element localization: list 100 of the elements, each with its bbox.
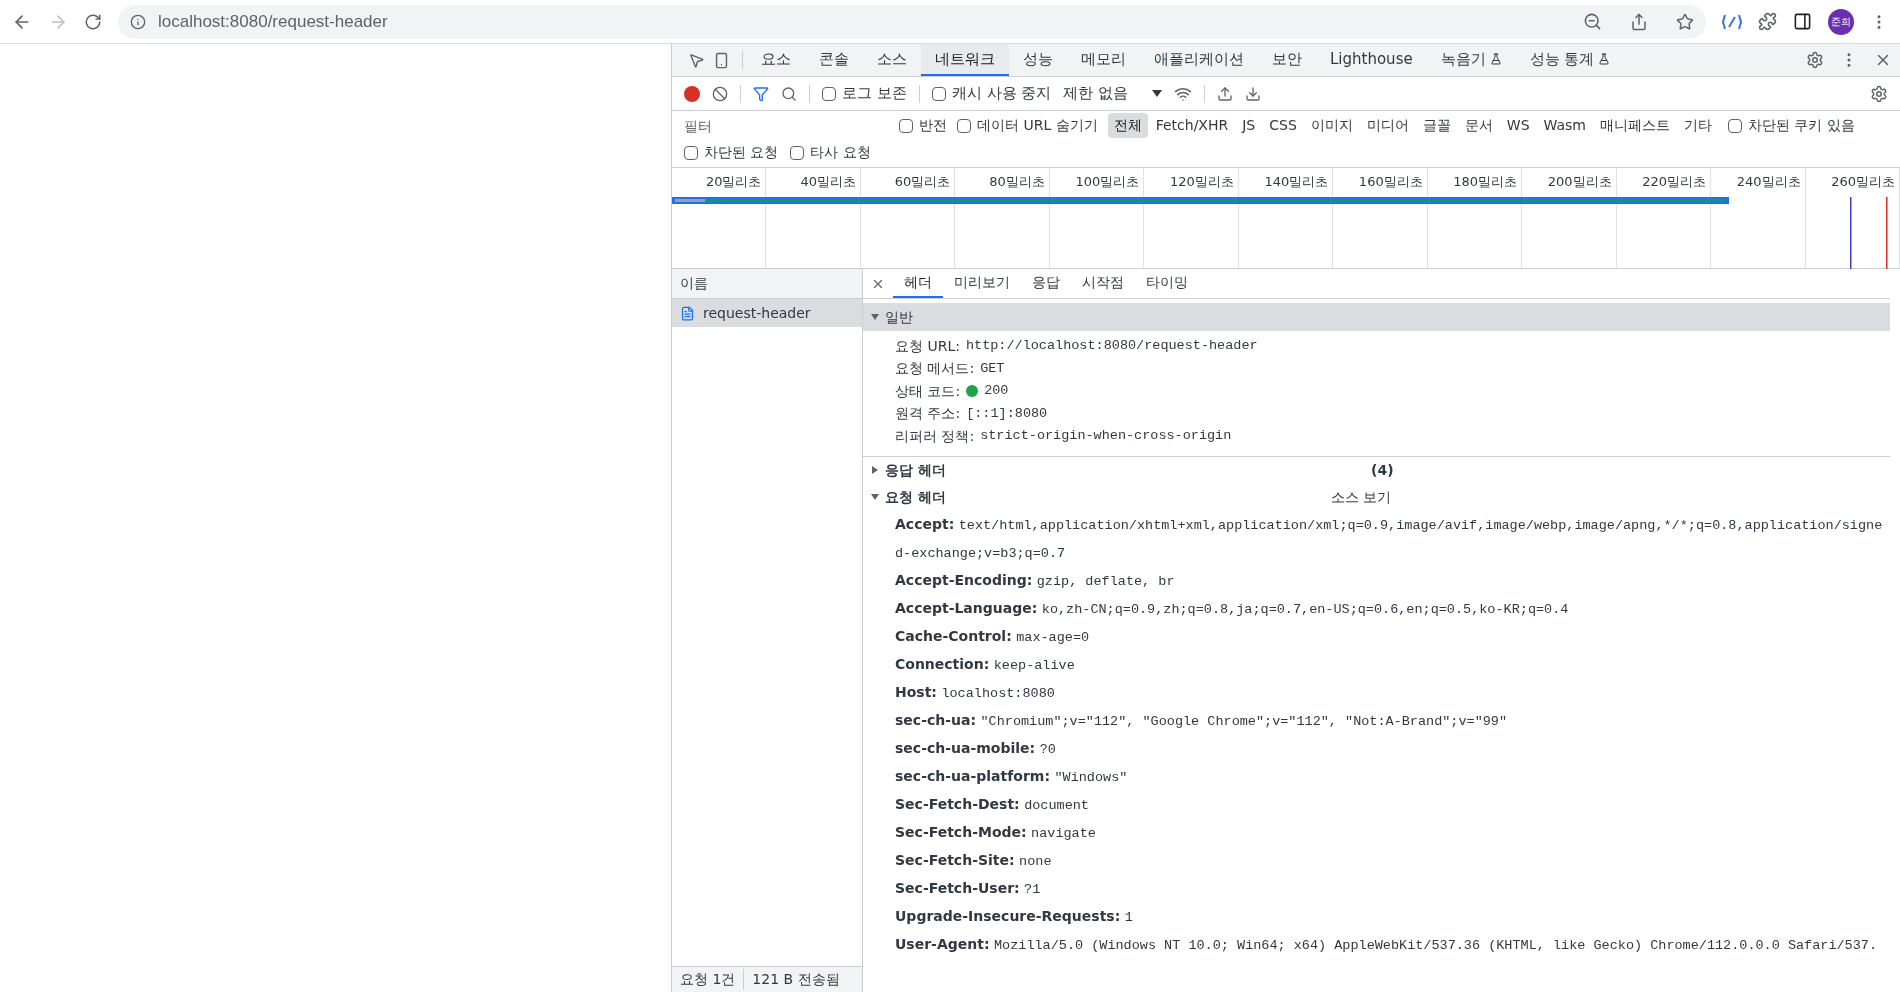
resource-type-filter[interactable]: 기타 <box>1678 113 1718 138</box>
detail-tab[interactable]: 시작점 <box>1071 269 1135 298</box>
import-icon[interactable] <box>1217 85 1234 102</box>
panel-tab[interactable]: 메모리 <box>1067 44 1140 76</box>
filter-icon[interactable] <box>753 85 769 102</box>
resource-type-filter[interactable]: CSS <box>1263 113 1303 138</box>
search-icon[interactable] <box>781 85 797 102</box>
panel-tab[interactable]: Lighthouse <box>1316 44 1427 76</box>
timeline-tick-label: 160밀리초 <box>1358 173 1423 191</box>
settings-icon[interactable] <box>1870 84 1888 103</box>
resource-type-filter[interactable]: WS <box>1500 113 1536 138</box>
timeline-tick-label: 120밀리초 <box>1169 173 1234 191</box>
timeline-tick-label: 60밀리초 <box>894 173 951 191</box>
detail-tab[interactable]: 응답 <box>1021 269 1071 298</box>
resource-type-filter[interactable]: 매니페스트 <box>1594 113 1676 138</box>
field-label: 리퍼러 정책: <box>895 426 975 446</box>
timeline-tick-label: 260밀리초 <box>1831 173 1895 191</box>
field-value: 200 <box>984 382 1009 401</box>
panel-tab[interactable]: 성능 <box>1009 44 1067 76</box>
panel-tab[interactable]: 녹음기 <box>1426 44 1516 76</box>
panel-tab[interactable]: 성능 통계 <box>1515 44 1625 76</box>
record-button[interactable] <box>684 85 700 102</box>
timeline-tick-label: 40밀리초 <box>800 173 856 191</box>
checkbox[interactable]: 로그 보존 <box>822 82 907 105</box>
detail-tab[interactable]: 헤더 <box>893 269 943 298</box>
device-toolbar-icon[interactable] <box>713 51 730 69</box>
expanded-triangle-icon <box>871 493 879 501</box>
panel-tab[interactable]: 애플리케이션 <box>1140 44 1258 76</box>
document-icon <box>680 305 695 321</box>
header-entry: Cache-Control: max-age=0 <box>895 627 1090 644</box>
field-label: 요청 URL: <box>895 336 960 356</box>
dropdown-caret-icon <box>1152 90 1163 97</box>
field-label: 요청 메서드: <box>895 359 975 379</box>
throttling-dropdown[interactable]: 제한 없음 <box>1063 82 1163 105</box>
timeline-tick-label: 100밀리초 <box>1075 173 1140 191</box>
view-source-link[interactable]: 소스 보기 <box>1331 486 1392 508</box>
header-entry: Upgrade-Insecure-Requests: 1 <box>895 907 1133 924</box>
section-header[interactable]: 일반 <box>863 303 1890 331</box>
resource-type-filter[interactable]: 이미지 <box>1304 113 1359 138</box>
request-row[interactable]: request-header <box>672 299 862 327</box>
timeline-tick-label: 240밀리초 <box>1736 173 1801 191</box>
detail-tab[interactable]: 미리보기 <box>943 269 1021 298</box>
field-value: http://localhost:8080/request-header <box>965 337 1258 356</box>
resource-type-filter[interactable]: JS <box>1236 113 1262 138</box>
header-entry: sec-ch-ua-mobile: ?0 <box>895 739 1056 756</box>
info-icon[interactable] <box>130 13 146 30</box>
field-value: strict-origin-when-cross-origin <box>980 427 1232 446</box>
header-entry: sec-ch-ua: "Chromium";v="112", "Google Chrome";v="112", "Not:A-Brand";v="99" <box>895 711 1508 728</box>
settings-icon[interactable] <box>1806 51 1824 69</box>
resource-type-filter[interactable]: 미디어 <box>1360 113 1415 138</box>
checkbox[interactable]: 캐시 사용 중지 <box>931 82 1052 105</box>
header-entry: sec-ch-ua-platform: "Windows" <box>895 767 1128 784</box>
reload-icon[interactable] <box>84 12 102 31</box>
profile-avatar[interactable]: 준희 <box>1828 8 1854 35</box>
timeline-tick-label: 20밀리초 <box>705 173 762 191</box>
timeline-tick-label: 140밀리초 <box>1264 173 1329 191</box>
header-entry: Accept-Language: ko,zh-CN;q=0.9,zh;q=0.8,ja;q=0.7,en-US;q=0.6,en;q=0.5,ko-KR;q=0.4 <box>895 599 1569 616</box>
extension-icon[interactable] <box>1722 12 1742 31</box>
panel-tab[interactable]: 소스 <box>863 44 921 76</box>
section-header[interactable]: 응답 헤더 (4) <box>863 456 1890 484</box>
header-entry: Accept-Encoding: gzip, deflate, br <box>895 571 1175 588</box>
panel-tab[interactable]: 콘솔 <box>805 44 863 76</box>
header-entry: Sec-Fetch-Dest: document <box>895 795 1089 812</box>
panel-tab[interactable]: 보안 <box>1258 44 1316 76</box>
timeline-tick-label: 200밀리초 <box>1547 173 1612 191</box>
checkbox[interactable]: 반전 <box>899 115 947 136</box>
address-bar[interactable]: localhost:8080/request-header <box>118 4 1706 39</box>
checkbox[interactable]: 차단된 쿠키 있음 <box>1728 115 1855 136</box>
expanded-triangle-icon <box>871 313 879 321</box>
resource-type-filter[interactable]: 글꼴 <box>1416 113 1457 138</box>
panel-tab[interactable]: 네트워크 <box>921 44 1009 76</box>
share-icon[interactable] <box>1630 12 1648 31</box>
checkbox[interactable]: 데이터 URL 숨기기 <box>957 115 1098 136</box>
side-panel-icon[interactable] <box>1793 12 1812 31</box>
resource-type-filter[interactable]: 전체 <box>1107 113 1148 138</box>
checkbox[interactable]: 타사 요청 <box>790 142 871 163</box>
header-entry: Host: localhost:8080 <box>895 683 1055 700</box>
clear-icon[interactable] <box>712 85 728 102</box>
field-label: 상태 코드: <box>895 381 961 401</box>
section-header[interactable]: 요청 헤더 소스 보기 <box>863 483 1890 511</box>
resource-type-filter[interactable]: 문서 <box>1458 113 1499 138</box>
detail-tab[interactable]: 타이밍 <box>1135 269 1199 298</box>
header-entry: Connection: keep-alive <box>895 655 1075 672</box>
bookmark-star-icon[interactable] <box>1676 12 1694 31</box>
inspect-icon[interactable] <box>688 51 705 69</box>
column-header[interactable]: 이름 <box>672 269 862 299</box>
checkbox[interactable]: 차단된 요청 <box>684 142 779 163</box>
resource-type-filter[interactable]: Wasm <box>1537 113 1592 138</box>
header-entry: Sec-Fetch-User: ?1 <box>895 879 1041 896</box>
panel-tab[interactable]: 요소 <box>747 44 805 76</box>
field-value: [::1]:8080 <box>966 404 1048 423</box>
extensions-icon[interactable] <box>1758 12 1777 31</box>
header-entry: Sec-Fetch-Mode: navigate <box>895 823 1096 840</box>
status-text: 요청 1건 <box>679 970 737 989</box>
resource-type-filter[interactable]: Fetch/XHR <box>1149 113 1235 138</box>
export-icon[interactable] <box>1245 85 1262 102</box>
zoom-out-icon[interactable] <box>1583 12 1602 31</box>
timeline-tick-label: 220밀리초 <box>1642 173 1707 191</box>
timeline-tick-label: 80밀리초 <box>989 173 1045 191</box>
collapsed-triangle-icon <box>871 466 879 474</box>
